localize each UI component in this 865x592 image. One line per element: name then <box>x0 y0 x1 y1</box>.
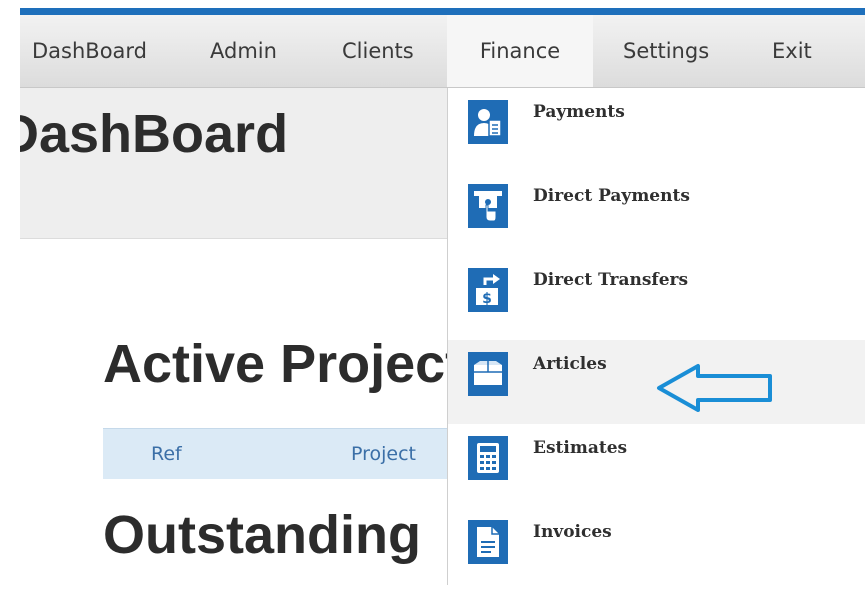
menu-item-direct-payments[interactable]: Direct Payments <box>448 172 865 256</box>
payments-icon <box>468 100 508 144</box>
nav-item-settings[interactable]: Settings <box>623 15 709 87</box>
menu-label-estimates: Estimates <box>533 438 628 458</box>
section-title-active-projects: Active Projects <box>103 334 494 394</box>
calculator-icon <box>468 436 508 480</box>
pointer-arrow-icon <box>657 364 772 412</box>
menu-label-payments: Payments <box>533 102 625 122</box>
nav-item-exit[interactable]: Exit <box>772 15 812 87</box>
menu-item-direct-transfers[interactable]: $ Direct Transfers <box>448 256 865 340</box>
nav-item-dashboard[interactable]: DashBoard <box>32 15 147 87</box>
menu-label-invoices: Invoices <box>533 522 612 542</box>
column-header-ref[interactable]: Ref <box>151 429 182 479</box>
menu-item-estimates[interactable]: Estimates <box>448 424 865 508</box>
menu-item-invoices[interactable]: Invoices <box>448 508 865 592</box>
menu-label-articles: Articles <box>533 354 607 374</box>
menu-item-payments[interactable]: Payments <box>448 88 865 172</box>
nav-item-clients[interactable]: Clients <box>342 15 414 87</box>
nav-item-admin[interactable]: Admin <box>210 15 277 87</box>
top-accent-stripe <box>20 8 865 15</box>
menu-label-direct-payments: Direct Payments <box>533 186 690 206</box>
nav-item-finance[interactable]: Finance <box>447 15 593 87</box>
invoice-icon <box>468 520 508 564</box>
page-title: DashBoard <box>0 104 289 164</box>
articles-icon <box>468 352 508 396</box>
direct-payments-icon <box>468 184 508 228</box>
finance-dropdown-menu: Payments Direct Payments $ Direct Transf… <box>447 88 865 585</box>
menu-label-direct-transfers: Direct Transfers <box>533 270 689 290</box>
section-title-outstanding: Outstanding <box>103 505 421 565</box>
left-gutter <box>0 0 20 585</box>
direct-transfers-icon: $ <box>468 268 508 312</box>
menu-item-articles[interactable]: Articles <box>448 340 865 424</box>
main-navbar: DashBoard Admin Clients Finance Settings… <box>20 15 865 88</box>
svg-text:$: $ <box>482 291 492 307</box>
column-header-project[interactable]: Project <box>351 429 416 479</box>
